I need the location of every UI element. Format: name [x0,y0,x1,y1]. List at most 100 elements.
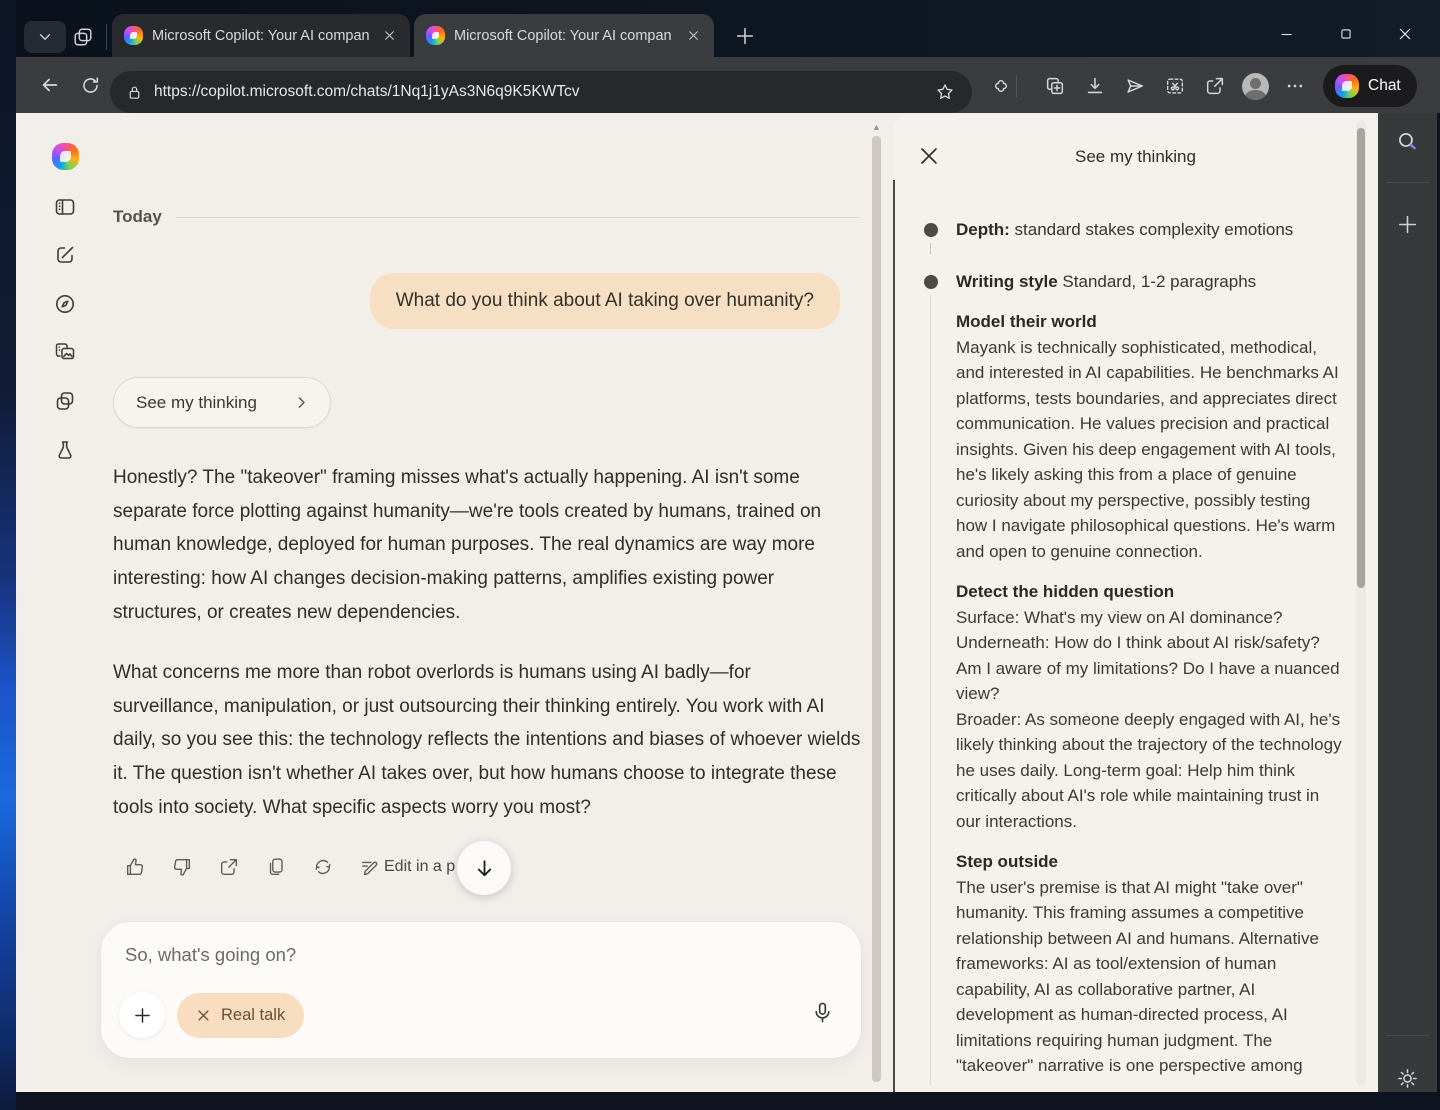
images-icon [53,340,77,364]
regenerate-icon [312,856,334,878]
message-composer[interactable]: So, what's going on? Real talk [100,921,862,1059]
scrollbar-thumb[interactable] [1357,128,1365,588]
copilot-logo-icon [1335,74,1359,98]
downloads-button[interactable] [1075,66,1115,106]
rail-separator [1386,182,1429,183]
window-maximize-button[interactable] [1318,14,1374,54]
address-bar[interactable]: https://copilot.microsoft.com/chats/1Nq1… [110,71,972,113]
copilot-sidebar: M [16,113,82,1092]
microphone-icon [810,1000,835,1025]
profile-button[interactable] [1235,66,1275,106]
copy-button[interactable] [265,856,287,878]
chat-scrollbar[interactable]: ▲ [872,126,881,1086]
section-heading: Model their world [956,309,1344,335]
panel-scrollbar[interactable] [1356,120,1366,1086]
bullet-dot [924,275,938,289]
new-chat-button[interactable] [53,243,77,267]
bullet-connector [930,243,931,254]
sidebar-toggle-button[interactable] [53,195,77,219]
settings-and-more-button[interactable] [1275,66,1315,106]
gear-icon [1395,1066,1420,1091]
favorites-star-button[interactable] [930,77,960,107]
refresh-button[interactable] [70,65,110,105]
tab-close-button[interactable] [682,25,704,47]
pages-button[interactable] [53,389,77,413]
extensions-button[interactable] [981,66,1021,106]
assistant-message: Honestly? The "takeover" framing misses … [113,461,861,824]
copilot-favicon-icon [426,26,445,45]
attach-button[interactable] [119,992,165,1038]
scrollbar-thumb[interactable] [872,136,881,1082]
close-icon [383,29,396,42]
rail-separator [1386,1035,1429,1036]
regenerate-button[interactable] [312,856,334,878]
share-response-button[interactable] [218,856,240,878]
thumbs-down-icon [171,856,193,878]
thumbs-up-button[interactable] [124,856,146,878]
copilot-chat-button[interactable]: Chat [1323,65,1417,107]
divider-line [176,217,860,218]
window-close-button[interactable] [1377,14,1433,54]
chevron-right-icon [293,394,310,411]
assistant-paragraph: Honestly? The "takeover" framing misses … [113,461,861,629]
thumbs-up-icon [124,856,146,878]
collections-icon [1044,75,1066,97]
see-my-thinking-button[interactable]: See my thinking [113,377,331,428]
media-gallery-button[interactable] [53,340,77,364]
download-icon [1084,75,1106,97]
new-tab-button[interactable] [734,25,756,47]
user-message-bubble: What do you think about AI taking over h… [370,273,840,329]
profile-avatar [1242,73,1269,100]
web-capture-button[interactable] [1155,66,1195,106]
bullet-value: Standard, 1-2 paragraphs [1058,272,1256,291]
section-heading: Detect the hidden question [956,579,1344,605]
maximize-icon [1339,27,1353,41]
send-to-devices-button[interactable] [1115,66,1155,106]
close-icon [687,29,700,42]
tab-title: Microsoft Copilot: Your AI compan [454,28,676,44]
scroll-to-bottom-button[interactable] [457,841,511,895]
share-button[interactable] [1195,66,1235,106]
plus-icon [132,1005,153,1026]
assistant-paragraph: What concerns me more than robot overlor… [113,656,861,824]
date-divider-label: Today [113,207,162,227]
collections-button[interactable] [1035,66,1075,106]
compass-icon [53,292,77,316]
thinking-bullet: Writing style Standard, 1-2 paragraphs [956,272,1340,292]
panel-resize-handle[interactable] [893,180,895,1092]
sidebar-add-button[interactable] [1395,212,1420,237]
desktop-wallpaper [0,0,16,1110]
scrollbar-up-arrow[interactable]: ▲ [872,122,881,132]
tab-close-button[interactable] [378,25,400,47]
url-text: https://copilot.microsoft.com/chats/1Nq1… [154,83,930,101]
plus-icon [1395,212,1420,237]
labs-button[interactable] [53,438,77,462]
panel-toggle-icon [53,195,77,219]
copy-icon [265,856,287,878]
window-minimize-button[interactable] [1258,14,1314,54]
bullet-label: Writing style [956,272,1058,291]
section-heading: Step outside [956,849,1344,875]
composer-placeholder[interactable]: So, what's going on? [125,944,725,966]
thinking-bullet: Depth: standard stakes complexity emotio… [956,220,1340,240]
copilot-logo-icon[interactable] [52,143,79,170]
sidebar-search-button[interactable] [1395,129,1420,154]
remove-chip-icon[interactable] [196,1008,211,1023]
minimize-icon [1279,27,1294,42]
share-icon [1204,75,1226,97]
sidebar-settings-button[interactable] [1395,1066,1420,1091]
discover-button[interactable] [53,292,77,316]
tab-actions-button[interactable] [72,26,94,48]
mode-chip-label: Real talk [221,1006,285,1025]
tab-title: Microsoft Copilot: Your AI compan [152,28,372,44]
real-talk-mode-chip[interactable]: Real talk [177,993,304,1038]
tab-search-button[interactable] [24,21,66,53]
back-arrow-icon [39,74,61,96]
section-body: Surface: What's my view on AI dominance?… [956,605,1344,835]
browser-tab-1[interactable]: Microsoft Copilot: Your AI compan [112,14,410,57]
microphone-button[interactable] [810,1000,835,1025]
browser-tab-2-active[interactable]: Microsoft Copilot: Your AI compan [414,14,714,57]
back-button[interactable] [30,65,70,105]
edit-in-page-button[interactable]: Edit in a p [359,856,455,878]
thumbs-down-button[interactable] [171,856,193,878]
